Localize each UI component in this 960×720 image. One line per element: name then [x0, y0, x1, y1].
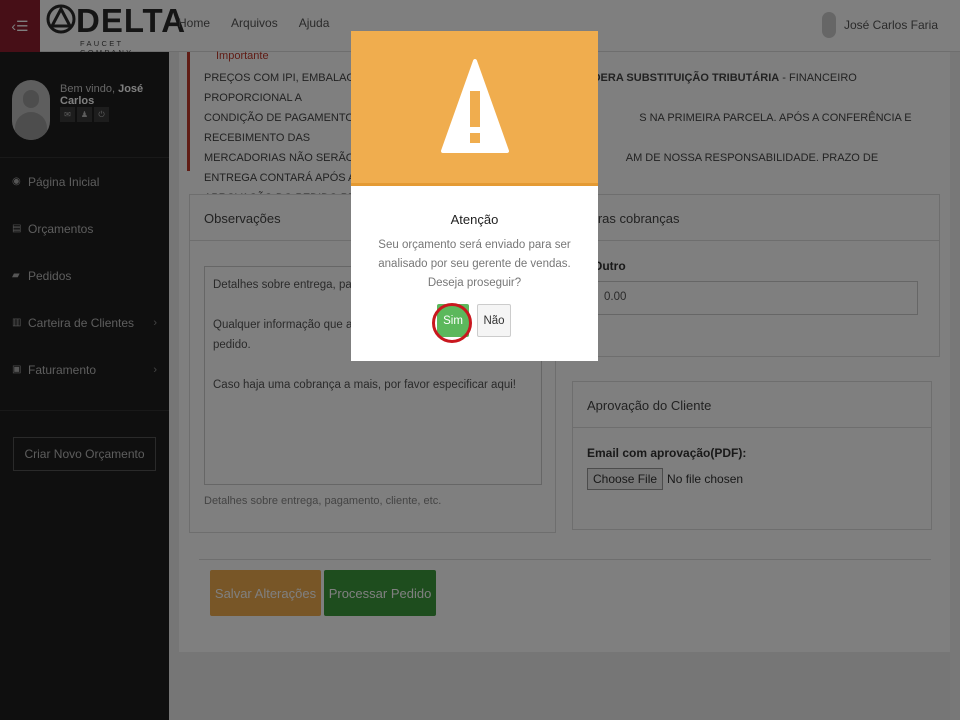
confirm-dialog: Atenção Seu orçamento será enviado para …: [351, 31, 598, 361]
click-highlight-ring: [432, 303, 472, 343]
dialog-header: [351, 31, 598, 186]
warning-icon: [441, 59, 509, 153]
cancel-button[interactable]: Não: [477, 304, 511, 337]
dialog-title: Atenção: [450, 212, 499, 227]
dialog-message: Seu orçamento será enviado para ser anal…: [378, 239, 571, 289]
